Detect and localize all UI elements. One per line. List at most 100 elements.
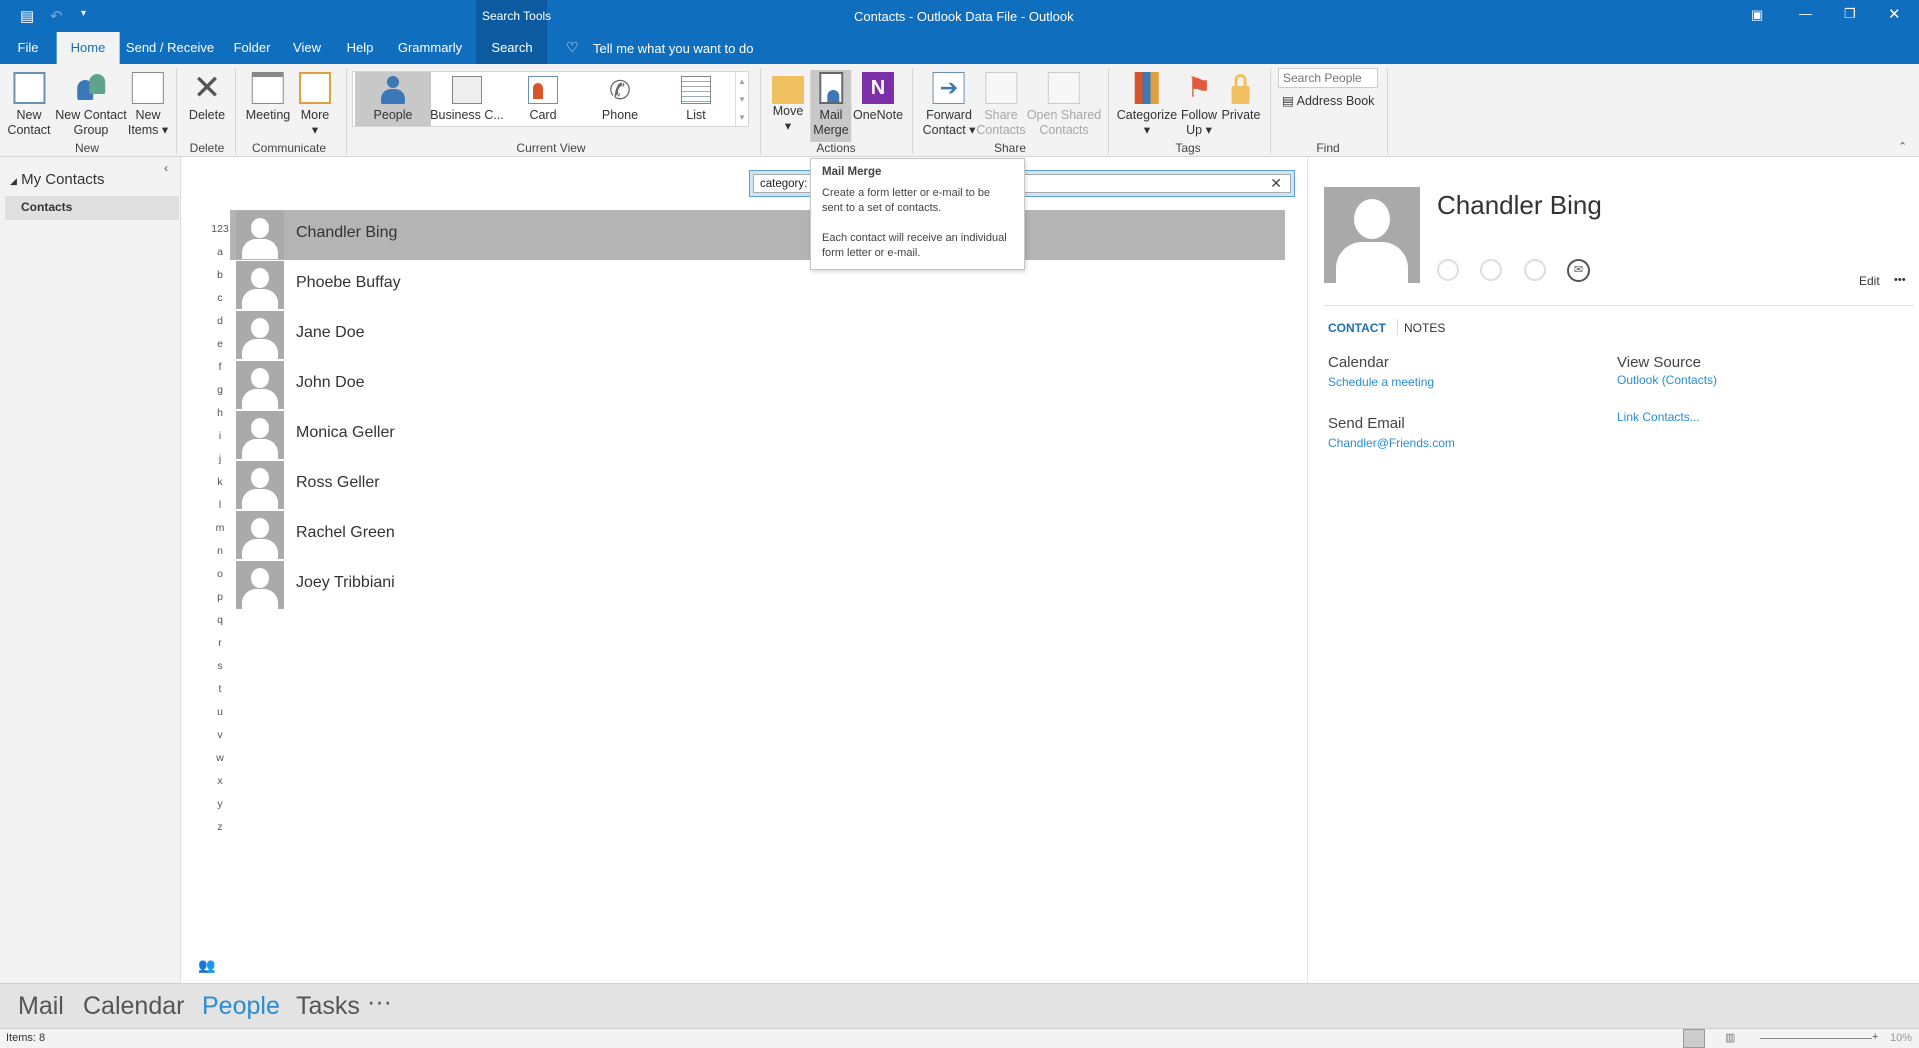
nav-calendar[interactable]: Calendar <box>83 992 184 1021</box>
clear-search-icon[interactable]: ✕ <box>1270 175 1282 192</box>
alphabet-index-letter[interactable]: n <box>210 545 230 557</box>
move-button[interactable]: Move ▾ <box>769 70 807 142</box>
delete-button[interactable]: ✕ Delete <box>186 70 228 142</box>
tab-home[interactable]: Home <box>56 32 120 64</box>
email-icon[interactable]: ✉ <box>1567 259 1590 282</box>
alphabet-index-letter[interactable]: e <box>210 338 230 350</box>
outlook-contacts-link[interactable]: Outlook (Contacts) <box>1617 373 1717 387</box>
alphabet-index-letter[interactable]: f <box>210 361 230 373</box>
tab-file[interactable]: File <box>8 32 49 64</box>
nav-more[interactable]: ··· <box>367 988 392 1017</box>
alphabet-index-letter[interactable]: p <box>210 591 230 603</box>
alphabet-index-letter[interactable]: x <box>210 775 230 787</box>
email-link[interactable]: Chandler@Friends.com <box>1328 436 1455 450</box>
alphabet-index-letter[interactable]: a <box>210 246 230 258</box>
alphabet-index-letter[interactable]: t <box>210 683 230 695</box>
tab-notes[interactable]: NOTES <box>1404 321 1445 335</box>
search-query-input[interactable]: category: <box>760 178 807 190</box>
forward-contact-button[interactable]: ➔ Forward Contact ▾ <box>920 70 979 142</box>
alphabet-index-letter[interactable]: s <box>210 660 230 672</box>
tab-help[interactable]: Help <box>337 32 384 64</box>
alphabet-index-letter[interactable]: u <box>210 706 230 718</box>
my-contacts-group[interactable]: ◢ My Contacts <box>10 171 104 188</box>
view-card[interactable]: Card <box>505 72 581 126</box>
view-people[interactable]: People <box>355 72 431 126</box>
contact-row[interactable]: Jane Doe <box>230 310 1285 360</box>
alphabet-index-letter[interactable]: r <box>210 637 230 649</box>
video-icon[interactable] <box>1524 259 1546 281</box>
private-button[interactable]: Private <box>1219 70 1264 142</box>
reading-view-button[interactable]: ▥ <box>1725 1031 1735 1044</box>
link-contacts-link[interactable]: Link Contacts... <box>1617 410 1700 424</box>
address-book-button[interactable]: ▤ Address Book <box>1282 93 1374 108</box>
folder-contacts[interactable]: Contacts <box>5 196 179 220</box>
contact-row[interactable]: Joey Tribbiani <box>230 560 1285 610</box>
zoom-in-icon[interactable]: + <box>1872 1031 1878 1043</box>
nav-people[interactable]: People <box>202 992 280 1021</box>
alphabet-index-letter[interactable]: c <box>210 292 230 304</box>
alphabet-index-letter[interactable]: h <box>210 407 230 419</box>
zoom-slider[interactable] <box>1760 1038 1872 1039</box>
switch-view-icon[interactable]: 👥 <box>198 957 215 974</box>
alphabet-index-letter[interactable]: 123 <box>210 223 230 235</box>
tab-view[interactable]: View <box>283 32 331 64</box>
categorize-button[interactable]: Categorize ▾ <box>1114 70 1180 142</box>
contact-row[interactable]: Rachel Green <box>230 510 1285 560</box>
minimize-button[interactable]: — <box>1799 6 1812 21</box>
ribbon-display-options-icon[interactable]: ▣ <box>1751 7 1763 23</box>
new-items-button[interactable]: New Items ▾ <box>125 70 171 142</box>
outlook-app-icon[interactable]: ▤ <box>20 7 34 25</box>
tab-folder[interactable]: Folder <box>224 32 281 64</box>
onenote-button[interactable]: N OneNote <box>850 70 906 142</box>
view-list[interactable]: List <box>658 72 734 126</box>
contact-row[interactable]: Chandler Bing <box>230 210 1285 260</box>
view-phone[interactable]: ✆ Phone <box>582 72 658 126</box>
open-shared-contacts-button[interactable]: Open Shared Contacts <box>1024 70 1104 142</box>
contact-row[interactable]: Monica Geller <box>230 410 1285 460</box>
more-options-button[interactable]: ••• <box>1894 274 1906 286</box>
nav-mail[interactable]: Mail <box>18 992 64 1021</box>
close-button[interactable]: ✕ <box>1888 5 1901 23</box>
alphabet-index-letter[interactable]: y <box>210 798 230 810</box>
im-icon[interactable] <box>1437 259 1459 281</box>
alphabet-index-letter[interactable]: m <box>210 522 230 534</box>
search-people-input[interactable] <box>1278 68 1378 88</box>
more-communicate-button[interactable]: More ▾ <box>296 70 334 142</box>
collapse-ribbon-icon[interactable]: ⌃ <box>1898 140 1907 153</box>
undo-icon[interactable]: ↶ <box>50 7 63 25</box>
gallery-scrollbar[interactable]: ▴ ▾ ▾ <box>735 72 748 126</box>
alphabet-index-letter[interactable]: j <box>210 453 230 465</box>
alphabet-index-letter[interactable]: k <box>210 476 230 488</box>
alphabet-index-letter[interactable]: g <box>210 384 230 396</box>
new-contact-group-button[interactable]: New Contact Group <box>52 70 130 142</box>
normal-view-button[interactable] <box>1683 1029 1705 1048</box>
nav-tasks[interactable]: Tasks <box>296 992 360 1021</box>
alphabet-index-letter[interactable]: i <box>210 430 230 442</box>
alphabet-index-letter[interactable]: d <box>210 315 230 327</box>
alphabet-index-letter[interactable]: v <box>210 729 230 741</box>
meeting-button[interactable]: Meeting <box>243 70 293 142</box>
collapse-folder-pane-icon[interactable]: ‹ <box>164 161 168 175</box>
alphabet-index-letter[interactable]: b <box>210 269 230 281</box>
alphabet-index-letter[interactable]: o <box>210 568 230 580</box>
alphabet-index-letter[interactable]: l <box>210 499 230 511</box>
schedule-meeting-link[interactable]: Schedule a meeting <box>1328 375 1434 389</box>
tab-grammarly[interactable]: Grammarly <box>388 32 472 64</box>
share-contacts-button[interactable]: Share Contacts <box>973 70 1028 142</box>
quick-access-dropdown-icon[interactable]: ▾ <box>81 8 86 19</box>
tell-me-input[interactable]: Tell me what you want to do <box>593 41 753 56</box>
tab-search[interactable]: Search <box>481 32 542 64</box>
new-contact-button[interactable]: New Contact <box>4 70 53 142</box>
contact-row[interactable]: Phoebe Buffay <box>230 260 1285 310</box>
contact-row[interactable]: John Doe <box>230 360 1285 410</box>
edit-button[interactable]: Edit <box>1859 274 1880 288</box>
alphabet-index-letter[interactable]: w <box>210 752 230 764</box>
alphabet-index-letter[interactable]: q <box>210 614 230 626</box>
mail-merge-button[interactable]: Mail Merge <box>810 70 852 142</box>
follow-up-button[interactable]: ⚑ Follow Up ▾ <box>1178 70 1220 142</box>
call-icon[interactable] <box>1480 259 1502 281</box>
tab-contact[interactable]: CONTACT <box>1328 321 1386 335</box>
view-business-card[interactable]: Business C... <box>429 72 505 126</box>
contact-row[interactable]: Ross Geller <box>230 460 1285 510</box>
tab-send-receive[interactable]: Send / Receive <box>116 32 224 64</box>
